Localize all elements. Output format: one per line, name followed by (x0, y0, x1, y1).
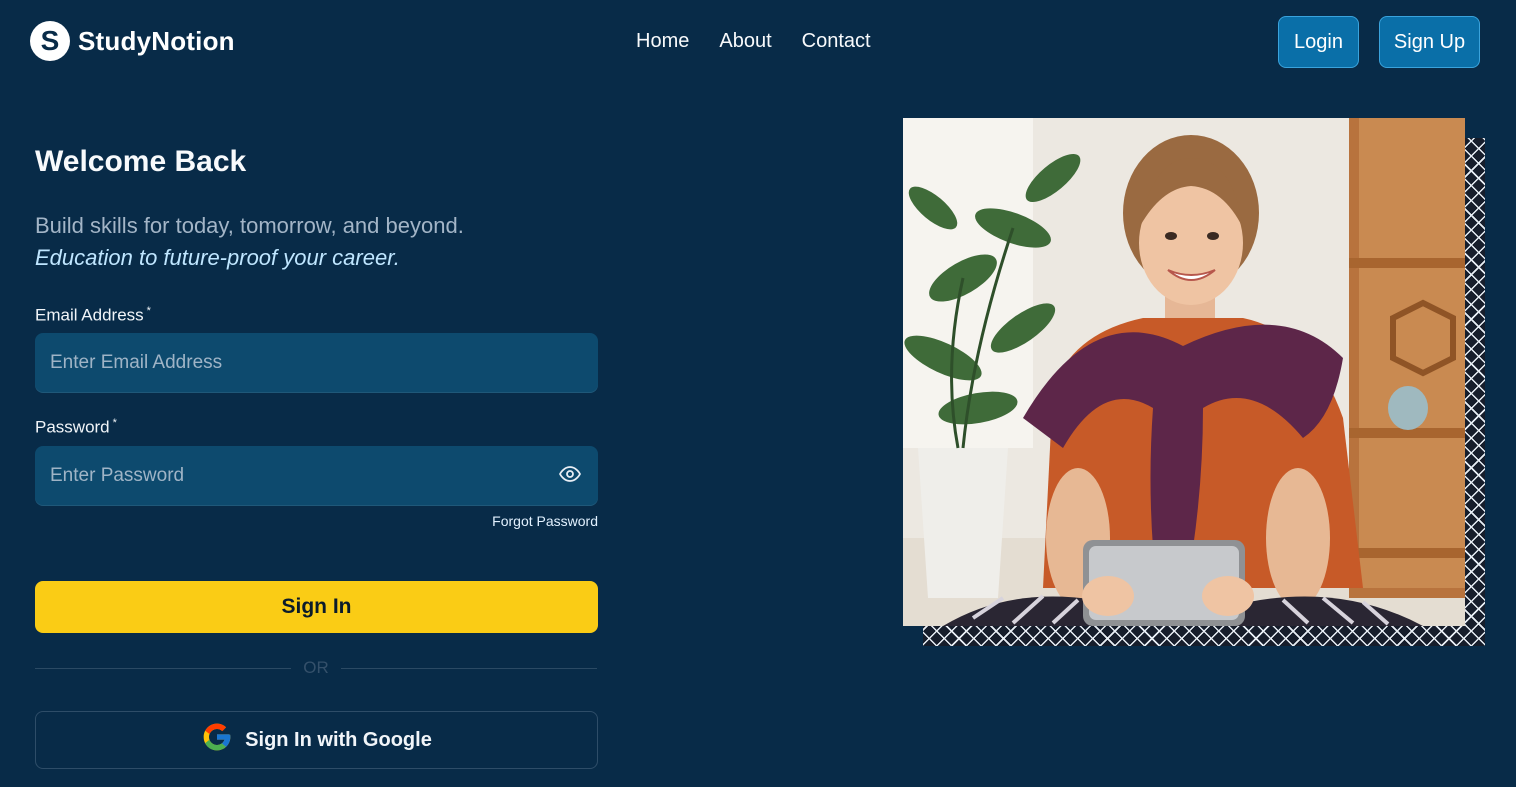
brand-name: StudyNotion (78, 25, 235, 56)
brand-logo[interactable]: S StudyNotion (30, 21, 235, 61)
required-mark: * (112, 417, 117, 429)
nav-link-about[interactable]: About (719, 30, 771, 52)
divider-left (35, 668, 291, 669)
nav-item-about: About (719, 30, 771, 53)
nav-item-contact: Contact (802, 30, 871, 53)
subtitle-line-1: Build skills for today, tomorrow, and be… (35, 213, 464, 238)
password-label: Password * (35, 417, 117, 438)
password-field[interactable] (35, 446, 598, 506)
login-button[interactable]: Login (1278, 16, 1359, 68)
nav-link-contact[interactable]: Contact (802, 30, 871, 52)
main-nav: Home About Contact (636, 30, 871, 53)
page-title: Welcome Back (35, 145, 247, 178)
google-sign-in-button[interactable]: Sign In with Google (35, 711, 598, 769)
signup-button[interactable]: Sign Up (1379, 16, 1480, 68)
forgot-password-link[interactable]: Forgot Password (487, 513, 598, 529)
nav-item-home: Home (636, 30, 689, 53)
page-subtitle: Build skills for today, tomorrow, and be… (35, 210, 464, 274)
sign-in-button[interactable]: Sign In (35, 581, 598, 633)
email-label-text: Email Address (35, 305, 144, 325)
email-label: Email Address * (35, 305, 151, 326)
email-field[interactable] (35, 333, 598, 393)
hero-image (903, 118, 1465, 626)
eye-icon[interactable] (558, 462, 582, 486)
divider-right (341, 668, 597, 669)
google-icon (201, 721, 233, 759)
password-label-text: Password (35, 417, 110, 437)
subtitle-line-2: Education to future-proof your career. (35, 245, 400, 270)
studynotion-logo-icon: S (30, 21, 70, 61)
nav-link-home[interactable]: Home (636, 30, 689, 52)
required-mark: * (146, 305, 151, 317)
or-separator: OR (303, 658, 329, 677)
google-button-label: Sign In with Google (245, 728, 432, 751)
